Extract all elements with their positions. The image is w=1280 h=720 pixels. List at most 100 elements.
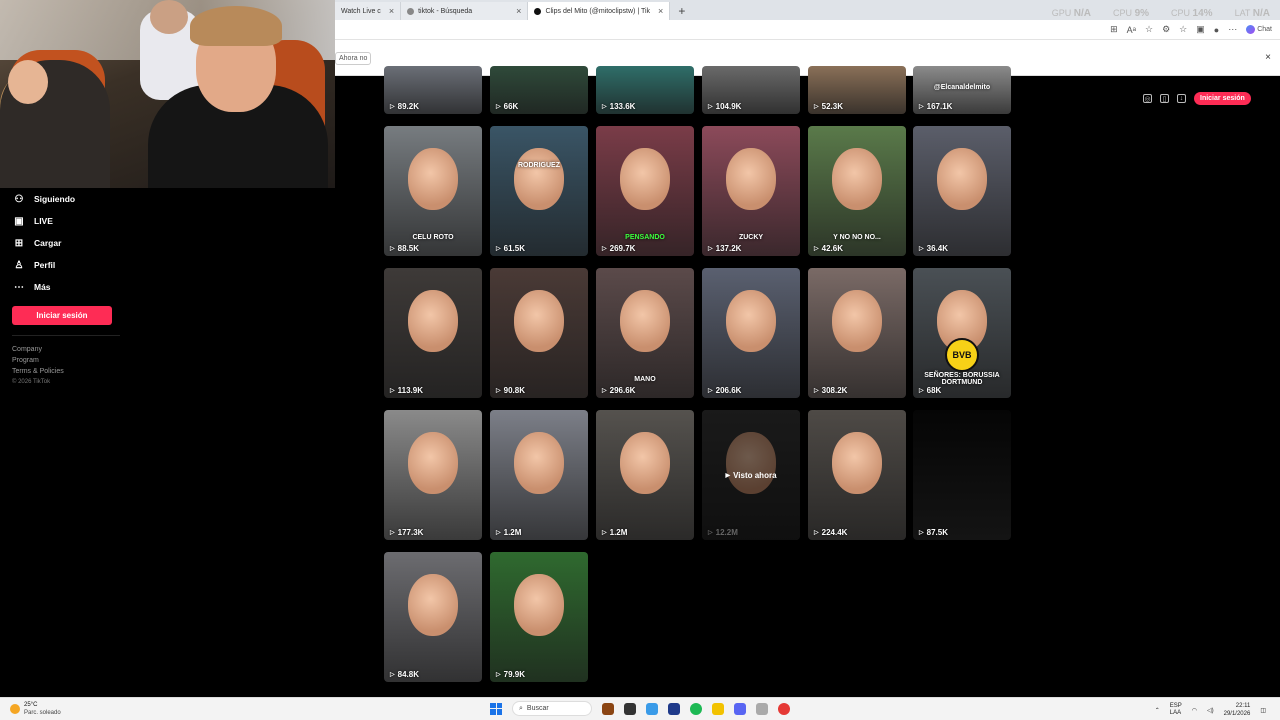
view-count-text: 88.5K bbox=[397, 244, 419, 253]
volume-icon[interactable]: ◁) bbox=[1207, 707, 1214, 714]
weather-icon bbox=[10, 704, 20, 714]
taskbar-search[interactable]: ⌕ Buscar bbox=[512, 701, 592, 716]
copilot-app-icon[interactable] bbox=[646, 702, 658, 715]
sidebar-item-more[interactable]: ⋯ Más bbox=[0, 276, 130, 298]
watched-overlay[interactable]: ▶ Visto ahora bbox=[702, 410, 800, 540]
close-icon[interactable]: × bbox=[658, 6, 663, 16]
download-icon[interactable]: ↓ bbox=[1177, 94, 1186, 103]
video-card[interactable]: Y NO NO NO... ▷ 42.6K bbox=[808, 126, 906, 256]
video-card[interactable]: ▷ 36.4K bbox=[913, 126, 1011, 256]
play-icon: ▷ bbox=[390, 388, 395, 394]
video-card[interactable]: ▷ 224.4K bbox=[808, 410, 906, 540]
login-button[interactable]: Iniciar sesión bbox=[12, 306, 112, 325]
video-card[interactable]: ▷ 90.8K bbox=[490, 268, 588, 398]
weather-widget[interactable]: 25°C Parc. soleado bbox=[10, 701, 61, 717]
video-card[interactable]: PENSANDO ▷ 269.7K bbox=[596, 126, 694, 256]
person-head bbox=[150, 0, 188, 34]
video-card[interactable]: ▷ 1.2M bbox=[596, 410, 694, 540]
close-icon[interactable]: × bbox=[1265, 52, 1271, 63]
extensions-icon[interactable]: ⚙ bbox=[1162, 24, 1170, 35]
task-view-icon[interactable] bbox=[624, 702, 636, 715]
tab-tiktok-search[interactable]: tiktok - Búsqueda × bbox=[401, 2, 529, 20]
app-icon[interactable] bbox=[756, 702, 768, 715]
new-tab-button[interactable]: + bbox=[670, 2, 693, 20]
video-card[interactable]: ▷ 79.9K bbox=[490, 552, 588, 682]
play-icon: ▷ bbox=[919, 104, 924, 110]
following-icon: ⚇ bbox=[14, 193, 24, 205]
video-card[interactable]: SEÑORES: BORUSSIA DORTMUND BVB ▷ 68K bbox=[913, 268, 1011, 398]
chrome-icon[interactable] bbox=[778, 702, 790, 715]
sidebar-item-following[interactable]: ⚇ Siguiendo bbox=[0, 188, 130, 210]
chevron-up-icon[interactable]: ⌃ bbox=[1155, 707, 1160, 714]
video-card[interactable]: MANO ▷ 296.6K bbox=[596, 268, 694, 398]
weather-desc: Parc. soleado bbox=[24, 710, 61, 716]
header-login-button[interactable]: Iniciar sesión bbox=[1194, 92, 1251, 105]
sidebar-item-label: Cargar bbox=[34, 238, 62, 248]
file-explorer-icon[interactable] bbox=[712, 702, 724, 715]
wifi-icon[interactable]: ◠ bbox=[1192, 707, 1197, 714]
video-card[interactable]: ▷ 104.9K bbox=[702, 66, 800, 114]
close-icon[interactable]: × bbox=[516, 6, 521, 16]
video-card[interactable]: ▶ Visto ahora ▷ 12.2M bbox=[702, 410, 800, 540]
sidebar-item-profile[interactable]: ♙ Perfil bbox=[0, 254, 130, 276]
footer-link-terms[interactable]: Terms & Policies bbox=[12, 368, 130, 375]
edge-icon[interactable] bbox=[690, 702, 702, 715]
video-card[interactable]: ZUCKY ▷ 137.2K bbox=[702, 126, 800, 256]
video-card[interactable]: ▷ 113.9K bbox=[384, 268, 482, 398]
discord-icon[interactable] bbox=[734, 702, 746, 715]
notifications-icon[interactable]: ◫ bbox=[1260, 707, 1266, 714]
view-count: ▷ 1.2M bbox=[602, 528, 627, 537]
mobile-icon[interactable]: ▯ bbox=[1160, 94, 1169, 103]
footer-link-company[interactable]: Company bbox=[12, 346, 130, 353]
video-card[interactable]: ▷ 87.5K bbox=[913, 410, 1011, 540]
not-now-button[interactable]: Ahora no bbox=[335, 52, 372, 65]
video-card[interactable]: ▷ 1.2M bbox=[490, 410, 588, 540]
reader-icon[interactable]: Aᵃ bbox=[1127, 25, 1136, 35]
tab-clips-del-mito[interactable]: Clips del Mito (@mitoclipstw) | Tik × bbox=[528, 2, 671, 20]
stat-lat: LAT N/A bbox=[1234, 8, 1270, 19]
video-card[interactable]: ▷ 308.2K bbox=[808, 268, 906, 398]
person-face bbox=[408, 574, 458, 636]
favorites-icon[interactable]: ☆ bbox=[1179, 24, 1187, 35]
video-card[interactable]: CELU ROTO ▷ 88.5K bbox=[384, 126, 482, 256]
play-icon: ▷ bbox=[708, 388, 713, 394]
view-count-text: 133.6K bbox=[609, 102, 636, 111]
view-count-text: 89.2K bbox=[397, 102, 419, 111]
language-indicator[interactable]: ESP LAA bbox=[1170, 703, 1182, 717]
video-card[interactable]: ▷ 177.3K bbox=[384, 410, 482, 540]
video-card[interactable]: ▷ 89.2K bbox=[384, 66, 482, 114]
video-card[interactable]: ▷ 133.6K bbox=[596, 66, 694, 114]
close-icon[interactable]: × bbox=[389, 6, 394, 16]
store-icon[interactable] bbox=[668, 702, 680, 715]
view-count-text: 90.8K bbox=[503, 386, 525, 395]
system-tray: ⌃ ESP LAA ◠ ◁) 22:11 29/1/2026 ◫ bbox=[1155, 702, 1266, 718]
sidebar-item-live[interactable]: ▣ LIVE bbox=[0, 210, 130, 232]
person-face bbox=[514, 574, 564, 636]
menu-icon[interactable]: ⋯ bbox=[1228, 24, 1237, 35]
play-icon: ▷ bbox=[708, 246, 713, 252]
stat-cpu: CPU 9% bbox=[1113, 8, 1150, 19]
taskbar-app-icon[interactable] bbox=[602, 702, 614, 715]
video-card[interactable]: ▷ 52.3K bbox=[808, 66, 906, 114]
person-face bbox=[620, 148, 670, 210]
profile-icon[interactable]: ● bbox=[1214, 25, 1219, 35]
star-icon[interactable]: ☆ bbox=[1145, 24, 1153, 35]
collections-icon[interactable]: ▣ bbox=[1196, 24, 1205, 35]
tab-watch-live[interactable]: Watch Live c × bbox=[335, 2, 402, 20]
windows-start-icon[interactable] bbox=[490, 702, 502, 715]
apps-icon[interactable]: ⊞ bbox=[1110, 24, 1118, 35]
clock[interactable]: 22:11 29/1/2026 bbox=[1224, 702, 1251, 718]
video-caption: RODRIGUEZ bbox=[518, 162, 560, 169]
copilot-chat-button[interactable]: Chat bbox=[1246, 25, 1272, 34]
video-card[interactable]: ▷ 84.8K bbox=[384, 552, 482, 682]
video-card[interactable]: ▷ 66K bbox=[490, 66, 588, 114]
footer-link-program[interactable]: Program bbox=[12, 357, 130, 364]
view-count-text: 113.9K bbox=[397, 386, 423, 395]
play-icon: ▷ bbox=[814, 104, 819, 110]
video-card[interactable]: RODRIGUEZ ▷ 61.5K bbox=[490, 126, 588, 256]
coins-icon[interactable]: ◎ bbox=[1143, 94, 1152, 103]
video-card[interactable]: ▷ 206.6K bbox=[702, 268, 800, 398]
view-count: ▷ 89.2K bbox=[390, 102, 419, 111]
video-card[interactable]: @Elcanaldelmito ▷ 167.1K bbox=[913, 66, 1011, 114]
sidebar-item-upload[interactable]: ⊞ Cargar bbox=[0, 232, 130, 254]
